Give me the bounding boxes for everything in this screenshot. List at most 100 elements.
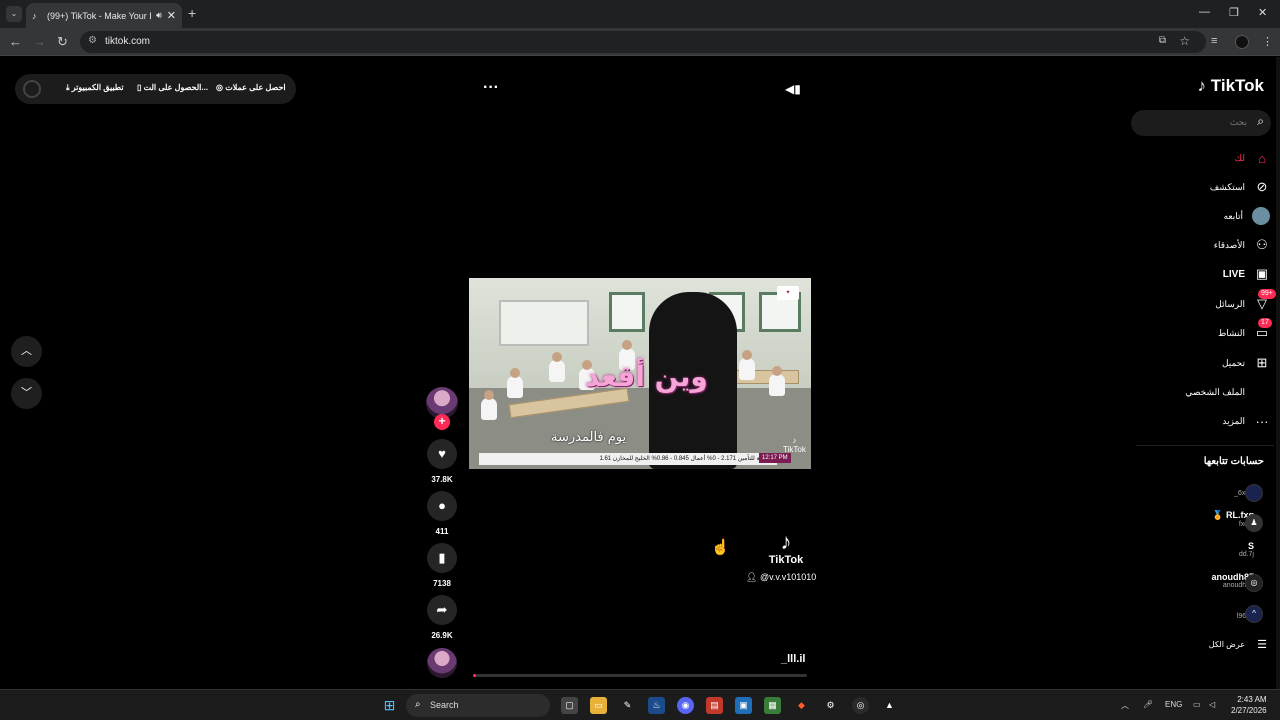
video-watermark-text: TikTok <box>783 445 806 454</box>
close-window-icon[interactable]: ✕ <box>1258 6 1267 19</box>
nav-upload-label: تحميل <box>1221 357 1245 368</box>
nav-live[interactable]: LIVE ▣ <box>1223 264 1270 284</box>
sidebar-scrollbar[interactable] <box>1276 57 1280 689</box>
nav-messages[interactable]: الرسائل ▽ 99+ <box>1215 289 1276 314</box>
video-student <box>549 352 565 382</box>
video-author[interactable]: _lll.il <box>781 653 805 665</box>
app-icon[interactable]: ▲ <box>881 697 898 714</box>
nav-following[interactable]: أتابعه <box>1224 206 1270 226</box>
account-avatar[interactable]: ^ <box>1245 605 1263 623</box>
taskbar-search-label: Search <box>430 700 459 710</box>
language-indicator[interactable]: ENG <box>1165 700 1182 709</box>
like-action[interactable]: ♥ 37.8K <box>425 439 459 484</box>
tiktok-logo[interactable]: ♪ TikTok <box>1198 76 1264 96</box>
task-view-icon[interactable]: ▢ <box>561 697 578 714</box>
sound-avatar[interactable] <box>427 648 457 678</box>
tab-title: (99+) TikTok - Make Your Day <box>47 10 151 21</box>
install-app-icon[interactable]: ⧉ <box>1159 35 1166 46</box>
nav-explore[interactable]: استكشف ⊘ <box>1210 177 1270 197</box>
save-action[interactable]: ▮ 7138 <box>425 543 459 588</box>
new-tab-button[interactable]: + <box>188 5 196 21</box>
logo-text: TikTok <box>1210 76 1264 95</box>
account-handle: dd.7j <box>1238 551 1254 558</box>
close-tab-icon[interactable]: ✕ <box>167 9 176 22</box>
steam-icon[interactable]: ♨ <box>648 697 665 714</box>
clock-time: 2:43 AM <box>1237 695 1267 704</box>
media-control-icon[interactable]: ≡ <box>1211 35 1217 47</box>
nav-more[interactable]: المزيد ··· <box>1222 411 1270 431</box>
more-icon: ··· <box>1255 413 1269 429</box>
minimize-icon[interactable]: — <box>1199 6 1210 18</box>
video-subtitle: يوم فالمدرسة <box>551 430 627 445</box>
see-all-link[interactable]: عرض الكل ☰ <box>1209 634 1270 654</box>
reload-icon[interactable]: ↻ <box>57 34 68 50</box>
forward-icon[interactable]: → <box>33 34 46 49</box>
video-student <box>481 390 497 420</box>
tiktok-watermark-name: TikTok <box>768 554 804 566</box>
save-count: 7138 <box>433 579 451 588</box>
show-hidden-icons[interactable]: ︿ <box>1121 700 1129 711</box>
volume-icon[interactable]: ◀▮ <box>785 82 801 96</box>
back-icon[interactable]: ← <box>9 34 22 49</box>
taskbar-search[interactable]: ⌕ Search <box>406 694 550 717</box>
news-ticker: الدوحة للتأمين 2.171 - 0% أعمال 0.845 - … <box>479 453 777 465</box>
video-clock: 12:17 PM <box>759 453 791 463</box>
share-icon[interactable]: ➦ <box>427 595 457 625</box>
app-icon[interactable]: ⚙ <box>822 697 839 714</box>
following-account[interactable]: S dd.7j <box>1239 541 1254 558</box>
video-progress-bar[interactable] <box>473 674 807 677</box>
speaker-icon[interactable]: 🔊︎ <box>156 10 162 21</box>
nav-activity[interactable]: النشاط ▭ 17 <box>1218 318 1272 343</box>
see-all-label: عرض الكل <box>1208 639 1245 649</box>
comment-action[interactable]: ● 411 <box>425 491 459 536</box>
search-icon[interactable]: ⌕ <box>1257 114 1264 129</box>
nav-friends-label: الأصدقاء <box>1213 239 1245 250</box>
bookmark-icon[interactable]: ▮ <box>427 543 457 573</box>
brave-icon[interactable]: ◆ <box>793 697 810 714</box>
search-icon: ⌕ <box>415 699 421 710</box>
app-icon[interactable]: ▤ <box>706 697 723 714</box>
video-window <box>609 292 645 332</box>
nav-for-you[interactable]: لك ⌂ <box>1235 148 1270 168</box>
nav-live-label: LIVE <box>1222 268 1245 280</box>
more-options-icon[interactable]: ··· <box>483 79 499 97</box>
account-avatar[interactable]: ♟ <box>1245 514 1263 532</box>
app-icon[interactable]: ▣ <box>735 697 752 714</box>
search-input[interactable]: بحث ⌕ <box>1131 110 1271 136</box>
app-icon[interactable]: ▦ <box>764 697 781 714</box>
heart-icon[interactable]: ♥ <box>427 439 457 469</box>
tab-tiktok[interactable]: ♪ (99+) TikTok - Make Your Day 🔊︎ ✕ <box>26 3 182 28</box>
bookmark-star-icon[interactable]: ☆ <box>1179 34 1190 48</box>
get-app-button[interactable]: ▯ الحصول على الت... <box>137 83 208 92</box>
nav-friends[interactable]: الأصدقاء ⚇ <box>1214 235 1270 255</box>
nav-profile[interactable]: الملف الشخصي <box>1185 382 1270 402</box>
microphone-icon[interactable]: 🎤︎ <box>1143 700 1153 709</box>
browser-menu-icon[interactable]: ⋮ <box>1262 35 1273 48</box>
comment-icon[interactable]: ● <box>427 491 457 521</box>
loading-circle-icon <box>23 80 41 98</box>
site-info-icon[interactable]: ⚙ <box>88 35 97 46</box>
video-player[interactable]: ✦ وين أقعد يوم فالمدرسة الدوحة للتأمين 2… <box>469 278 811 469</box>
get-coins-button[interactable]: ◎ احصل على عملات <box>216 83 286 92</box>
volume-tray-icon[interactable]: ◁ <box>1209 700 1215 709</box>
follow-plus-button[interactable]: + <box>434 414 450 430</box>
tab-search-button[interactable]: ⌄ <box>6 6 22 22</box>
address-bar[interactable]: ⚙ tiktok.com ⧉ ☆ <box>80 31 1206 53</box>
restore-icon[interactable]: ❐ <box>1229 6 1239 19</box>
desktop-app-button[interactable]: ⤓ تطبيق الكمبيوتر <box>66 83 124 93</box>
chrome-icon[interactable]: ◎ <box>852 697 869 714</box>
pen-app-icon[interactable]: ✎ <box>619 697 636 714</box>
profile-avatar[interactable] <box>1235 35 1249 49</box>
nav-upload[interactable]: تحميل ⊞ <box>1222 353 1270 373</box>
share-action[interactable]: ➦ 26.9K <box>425 595 459 640</box>
system-clock[interactable]: 2:43 AM 2/27/2026 <box>1231 694 1267 716</box>
network-icon[interactable]: ▭ <box>1193 700 1201 709</box>
file-explorer-icon[interactable]: ▭ <box>590 697 607 714</box>
windows-start-icon[interactable]: ⊞ <box>381 697 398 714</box>
discord-icon[interactable]: ◉ <box>677 697 694 714</box>
get-coins-label: احصل على عملات <box>225 83 286 92</box>
account-avatar[interactable]: ◎ <box>1245 574 1263 592</box>
next-video-button[interactable]: ﹀ <box>11 378 42 409</box>
previous-video-button[interactable]: ︿ <box>11 336 42 367</box>
account-avatar[interactable] <box>1245 484 1263 502</box>
